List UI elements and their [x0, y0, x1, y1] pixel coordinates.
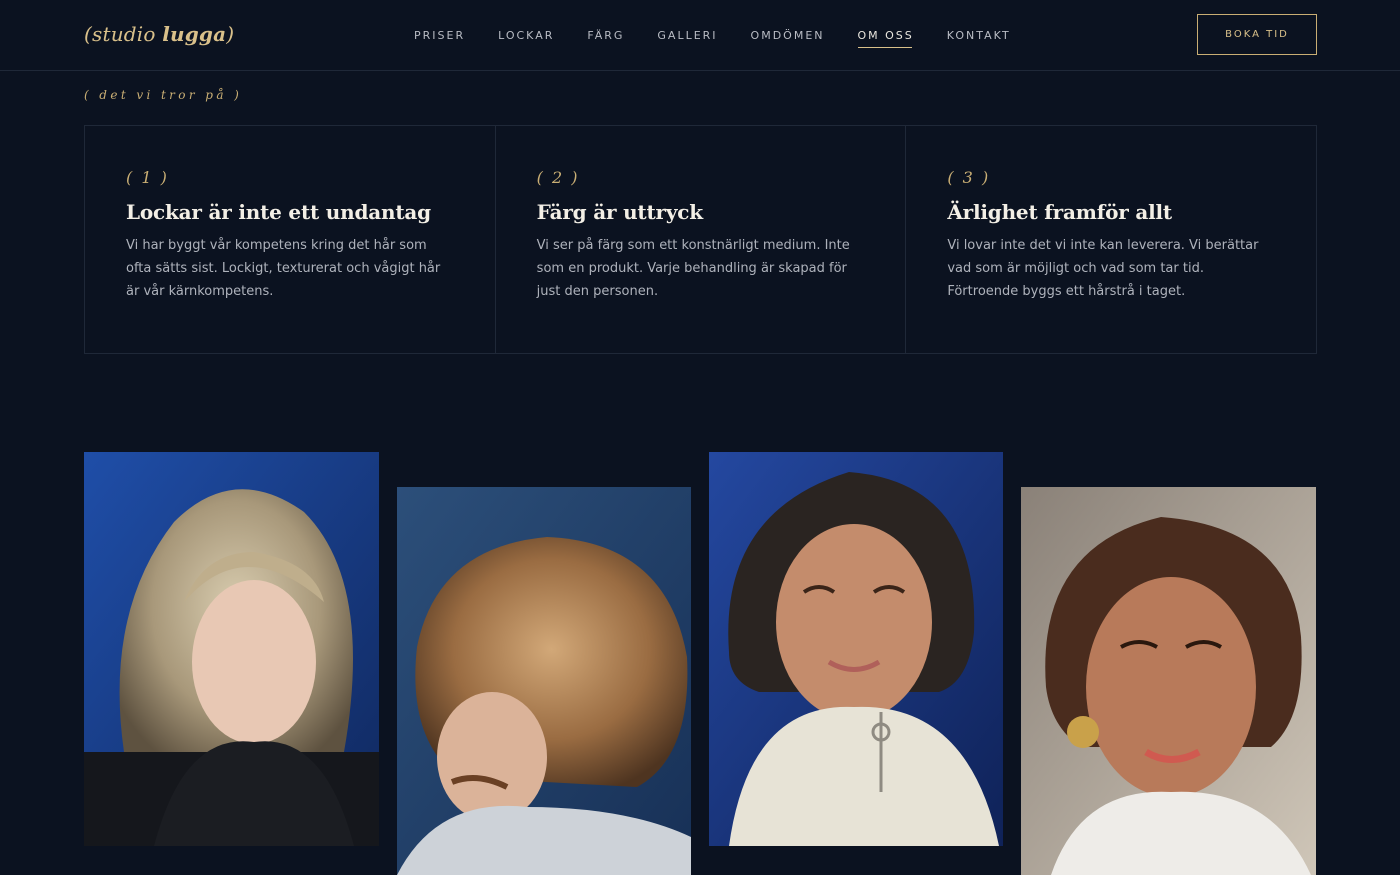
nav-item-kontakt[interactable]: KONTAKT — [947, 29, 1011, 48]
logo-bold: lugga — [162, 22, 227, 46]
section-label: ( det vi tror på ) — [84, 88, 243, 102]
logo[interactable]: (studio lugga) — [84, 22, 234, 46]
values-grid: ( 1 ) Lockar är inte ett undantag Vi har… — [84, 125, 1317, 354]
main-nav: PRISER LOCKAR FÄRG GALLERI OMDÖMEN OM OS… — [414, 29, 1044, 48]
value-text: Vi ser på färg som ett konstnärligt medi… — [536, 238, 850, 299]
nav-item-omdomen[interactable]: OMDÖMEN — [751, 29, 825, 48]
value-card: ( 2 ) Färg är uttryck Vi ser på färg som… — [496, 126, 907, 353]
value-text: Vi har byggt vår kompetens kring det hår… — [126, 238, 441, 299]
value-card: ( 3 ) Ärlighet framför allt Vi lovar int… — [906, 126, 1316, 353]
logo-suffix: ) — [226, 22, 235, 46]
value-number: ( 1 ) — [126, 168, 169, 187]
site-header: (studio lugga) PRISER LOCKAR FÄRG GALLER… — [0, 0, 1400, 71]
value-number: ( 2 ) — [536, 168, 580, 187]
book-appointment-button[interactable]: BOKA TID — [1197, 14, 1317, 55]
nav-item-priser[interactable]: PRISER — [414, 29, 465, 48]
gallery-photo-3 — [709, 452, 1003, 846]
nav-item-om-oss[interactable]: OM OSS — [857, 29, 914, 48]
value-title: Färg är uttryck — [536, 200, 703, 224]
value-number: ( 3 ) — [947, 168, 991, 187]
nav-item-farg[interactable]: FÄRG — [587, 29, 624, 48]
nav-item-lockar[interactable]: LOCKAR — [498, 29, 554, 48]
gallery-photo-4 — [1021, 487, 1316, 875]
nav-item-galleri[interactable]: GALLERI — [657, 29, 717, 48]
gallery-photo-1 — [84, 452, 379, 846]
logo-prefix: (studio — [84, 22, 163, 46]
value-title: Ärlighet framför allt — [947, 200, 1172, 224]
gallery-photo-2 — [397, 487, 691, 875]
value-title: Lockar är inte ett undantag — [126, 200, 431, 224]
value-text: Vi lovar inte det vi inte kan leverera. … — [947, 238, 1259, 299]
value-card: ( 1 ) Lockar är inte ett undantag Vi har… — [85, 126, 496, 353]
